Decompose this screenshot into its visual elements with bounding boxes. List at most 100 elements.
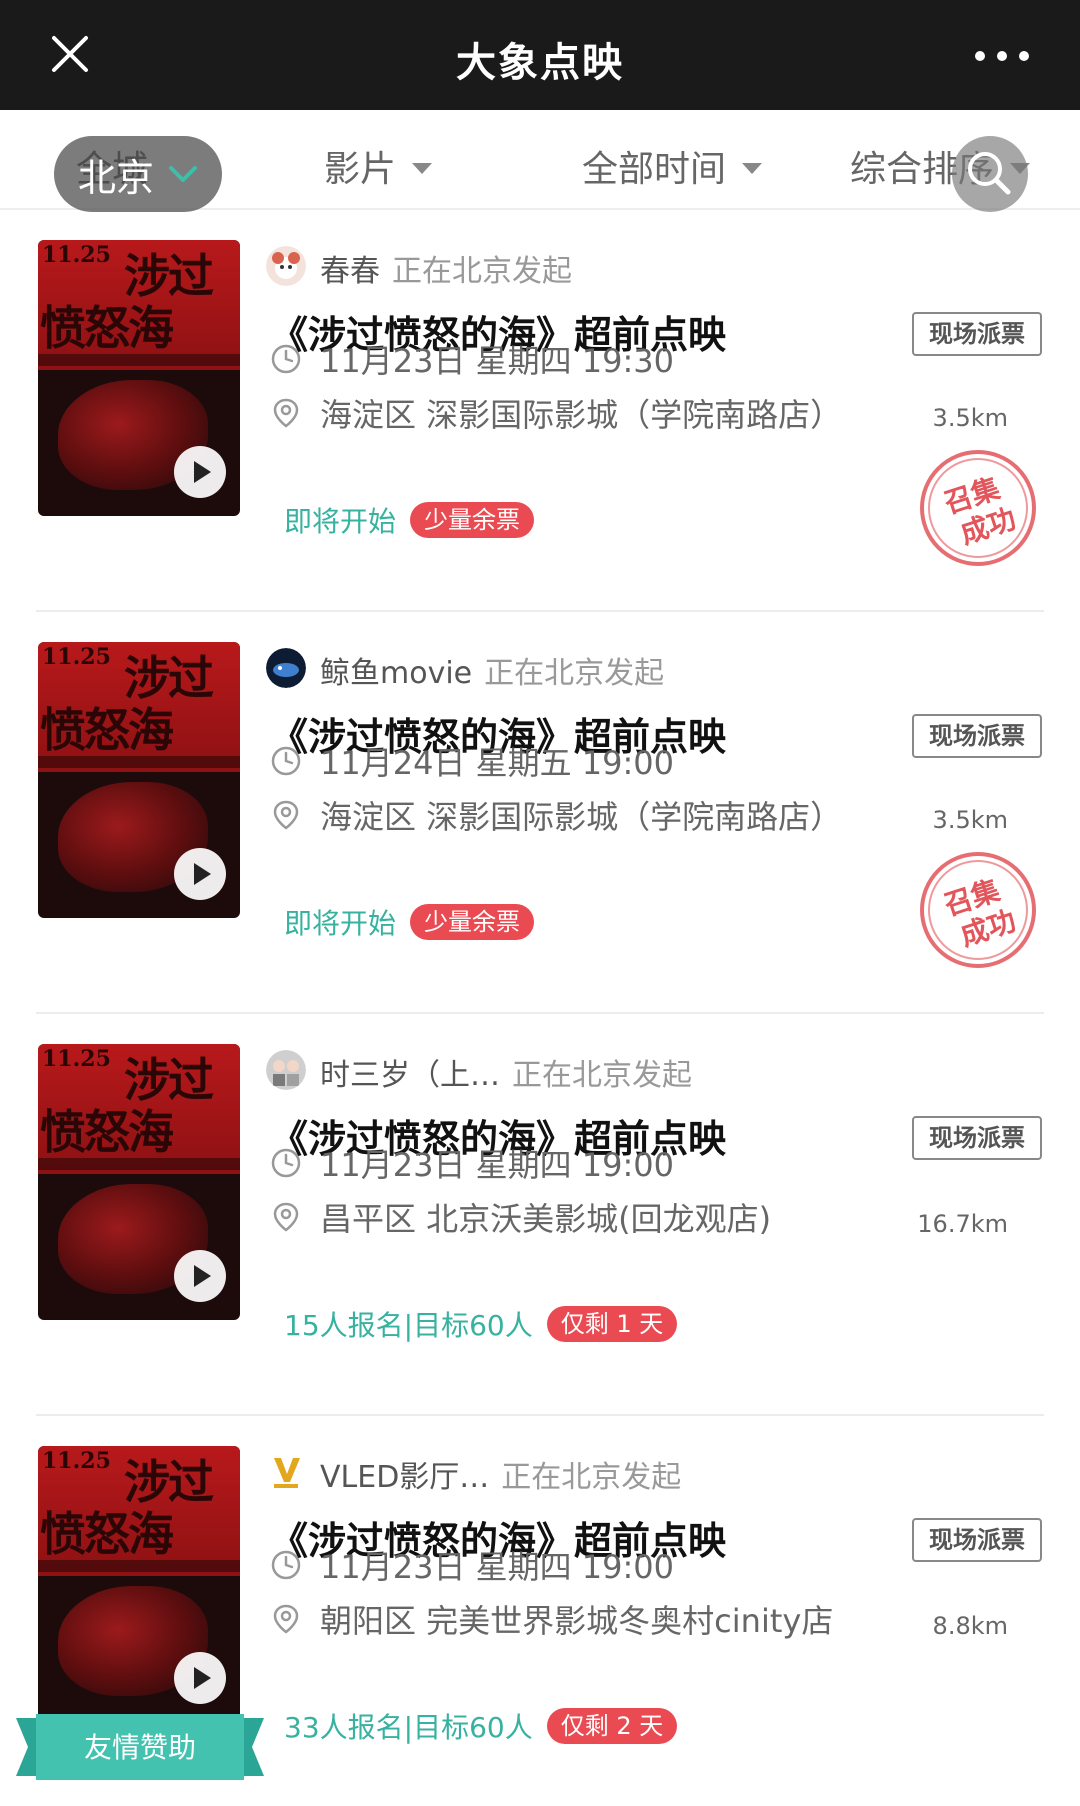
distance: 3.5km — [932, 806, 1008, 834]
location-row: 海淀区 深影国际影城（学院南路店） — [270, 792, 842, 838]
status-badge: 仅剩 2 天 — [546, 1708, 678, 1744]
event-datetime: 11月23日 星期四 19:00 — [320, 1548, 675, 1586]
poster-strip — [38, 354, 240, 366]
success-stamp: 召集 成功 — [920, 852, 1036, 968]
datetime-row: 11月23日 星期四 19:30 — [270, 336, 674, 382]
dog-avatar-icon — [266, 246, 306, 286]
organizer-line: 春春 正在北京发起 — [320, 246, 572, 290]
filter-time-label: 全部时间 — [582, 149, 727, 190]
people-avatar-icon — [266, 1050, 306, 1090]
status-badge: 少量余票 — [410, 904, 535, 940]
status-text: 即将开始 — [284, 505, 397, 538]
event-status: 15人报名|目标60人 仅剩 1 天 — [284, 1304, 678, 1344]
vled-logo-icon — [266, 1452, 306, 1492]
filter-film-label: 影片 — [324, 149, 397, 190]
ticket-tag: 现场派票 — [912, 714, 1042, 758]
movie-poster[interactable]: 11.25 涉过 愤怒海 — [38, 1044, 240, 1320]
clock-icon — [271, 1550, 301, 1580]
distance: 8.8km — [932, 1612, 1008, 1640]
filter-time[interactable]: 全部时间 — [582, 140, 763, 192]
filter-film[interactable]: 影片 — [324, 140, 433, 192]
clock-icon — [271, 344, 301, 374]
poster-strip — [38, 1158, 240, 1170]
play-icon[interactable] — [174, 1250, 226, 1302]
location-row: 昌平区 北京沃美影城(回龙观店) — [270, 1194, 771, 1240]
location-row: 朝阳区 完美世界影城冬奥村cinity店 — [270, 1596, 833, 1642]
play-icon[interactable] — [174, 848, 226, 900]
organizer-name[interactable]: VLED影厅… — [320, 1460, 489, 1495]
organizer-line: VLED影厅… 正在北京发起 — [320, 1452, 681, 1496]
event-location: 昌平区 北京沃美影城(回龙观店) — [320, 1200, 772, 1238]
initiated-text: 正在北京发起 — [484, 656, 665, 691]
ticket-tag: 现场派票 — [912, 312, 1042, 356]
datetime-row: 11月24日 星期五 19:00 — [270, 738, 674, 784]
status-text: 33人报名|目标60人 — [284, 1711, 533, 1744]
event-card[interactable]: 11.25 涉过 愤怒海 时三岁（上… 正在北京发起 《涉过愤怒的海》超前点映 现… — [0, 1014, 1080, 1416]
play-icon[interactable] — [174, 1652, 226, 1704]
poster-title-2: 愤怒海 — [40, 1507, 174, 1561]
ticket-tag: 现场派票 — [912, 1116, 1042, 1160]
event-location: 朝阳区 完美世界影城冬奥村cinity店 — [320, 1602, 834, 1640]
search-icon[interactable] — [952, 136, 1028, 212]
event-datetime: 11月23日 星期四 19:00 — [320, 1146, 675, 1184]
movie-poster[interactable]: 11.25 涉过 愤怒海 — [38, 1446, 240, 1722]
ticket-tag: 现场派票 — [912, 1518, 1042, 1562]
location-pin-icon — [273, 1604, 299, 1634]
caret-down-icon — [412, 162, 433, 174]
event-location: 海淀区 深影国际影城（学院南路店） — [320, 798, 843, 836]
status-text: 即将开始 — [284, 907, 397, 940]
play-icon[interactable] — [174, 446, 226, 498]
poster-date: 11.25 — [42, 242, 111, 268]
whale-avatar-icon — [266, 648, 306, 688]
event-datetime: 11月23日 星期四 19:30 — [320, 342, 675, 380]
event-status: 33人报名|目标60人 仅剩 2 天 — [284, 1706, 678, 1746]
status-text: 15人报名|目标60人 — [284, 1309, 533, 1342]
poster-strip — [38, 756, 240, 768]
location-pin-icon — [273, 1202, 299, 1232]
caret-down-icon — [742, 162, 763, 174]
success-stamp: 召集 成功 — [920, 450, 1036, 566]
datetime-row: 11月23日 星期四 19:00 — [270, 1140, 674, 1186]
initiated-text: 正在北京发起 — [392, 254, 572, 289]
top-bar: 大象点映 — [0, 0, 1080, 110]
datetime-row: 11月23日 星期四 19:00 — [270, 1542, 674, 1588]
location-pin-icon — [273, 800, 299, 830]
location-row: 海淀区 深影国际影城（学院南路店） — [270, 390, 842, 436]
movie-poster[interactable]: 11.25 涉过 愤怒海 — [38, 642, 240, 918]
organizer-name[interactable]: 鲸鱼movie — [320, 656, 472, 691]
more-icon[interactable] — [972, 46, 1032, 66]
initiated-text: 正在北京发起 — [501, 1460, 682, 1495]
event-card[interactable]: 11.25 涉过 愤怒海 鲸鱼movie 正在北京发起 《涉过愤怒的海》超前点映 … — [0, 612, 1080, 1014]
event-datetime: 11月24日 星期五 19:00 — [320, 744, 675, 782]
poster-date: 11.25 — [42, 1448, 111, 1474]
initiated-text: 正在北京发起 — [512, 1058, 692, 1093]
location-pin-icon — [273, 398, 299, 428]
clock-icon — [271, 746, 301, 776]
poster-title-2: 愤怒海 — [40, 301, 174, 355]
movie-poster[interactable]: 11.25 涉过 愤怒海 — [38, 240, 240, 516]
event-location: 海淀区 深影国际影城（学院南路店） — [320, 396, 843, 434]
sponsor-ribbon-label: 友情赞助 — [84, 1731, 196, 1764]
distance: 3.5km — [932, 404, 1008, 432]
city-selector[interactable]: 北京 — [54, 136, 222, 212]
distance: 16.7km — [917, 1210, 1008, 1238]
page-title: 大象点映 — [456, 40, 624, 86]
organizer-line: 时三岁（上… 正在北京发起 — [320, 1050, 692, 1094]
event-status: 即将开始 少量余票 — [284, 500, 535, 540]
poster-title-2: 愤怒海 — [40, 1105, 174, 1159]
status-badge: 仅剩 1 天 — [546, 1306, 678, 1342]
organizer-name[interactable]: 春春 — [320, 254, 380, 289]
event-card[interactable]: 11.25 涉过 愤怒海 春春 正在北京发起 《涉过愤怒的海》超前点映 现场派票 … — [0, 210, 1080, 612]
sponsor-ribbon: 友情赞助 — [16, 1714, 264, 1780]
clock-icon — [271, 1148, 301, 1178]
status-badge: 少量余票 — [410, 502, 535, 538]
poster-date: 11.25 — [42, 644, 111, 670]
poster-strip — [38, 1560, 240, 1572]
city-label: 北京 — [78, 155, 155, 200]
event-status: 即将开始 少量余票 — [284, 902, 535, 942]
chevron-down-icon — [169, 166, 198, 182]
poster-date: 11.25 — [42, 1046, 111, 1072]
poster-title-2: 愤怒海 — [40, 703, 174, 757]
organizer-line: 鲸鱼movie 正在北京发起 — [320, 648, 664, 692]
organizer-name[interactable]: 时三岁（上… — [320, 1058, 500, 1093]
